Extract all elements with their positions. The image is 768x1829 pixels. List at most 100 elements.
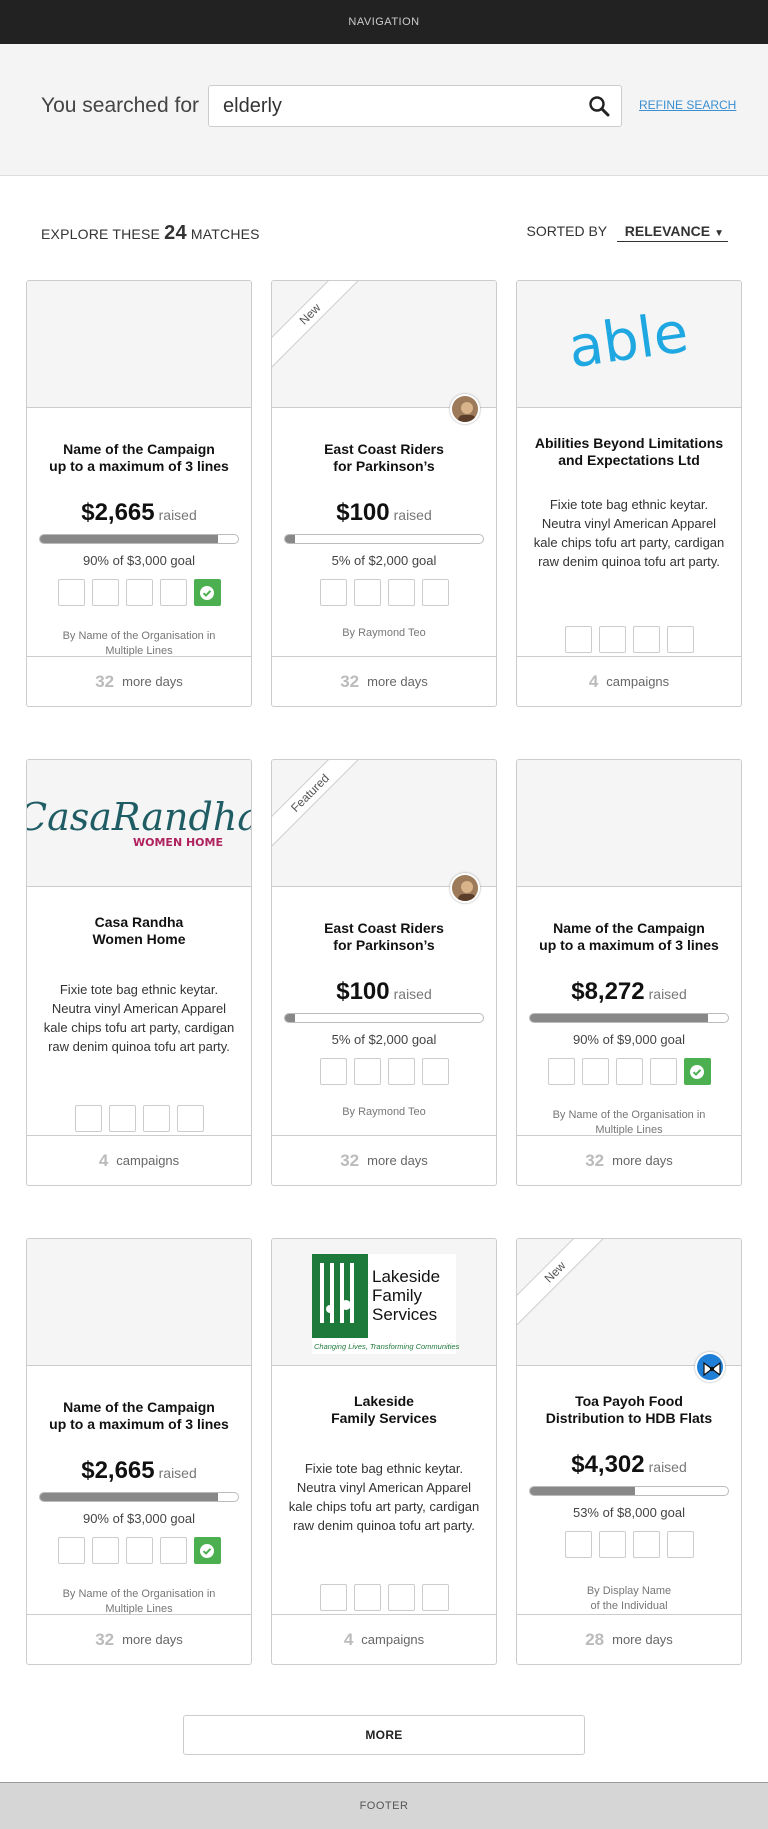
organisation-card[interactable]: CasaRandha WOMEN HOME Casa Randha Women H… (26, 759, 252, 1186)
search-input[interactable] (223, 86, 563, 126)
raised-label: raised (648, 986, 687, 1002)
search-icon[interactable] (587, 94, 611, 118)
organiser-text: By Name of the Organisation in Multiple L… (62, 630, 216, 657)
progress-fill (530, 1014, 709, 1022)
organiser-text: By Name of the Organisation in Multiple L… (552, 1109, 706, 1136)
campaign-card[interactable]: New Toa Payoh Food Distribution to HDB Fl… (516, 1238, 742, 1665)
badge-slot (319, 1058, 347, 1085)
sort-control: SORTED BY RELEVANCE ▼ (526, 223, 728, 242)
top-navigation[interactable]: NAVIGATION (0, 0, 768, 44)
campaign-card[interactable]: Featured East Coast Riders for Parkinson’… (271, 759, 497, 1186)
card-title: Name of the Campaign up to a maximum of 3… (49, 441, 229, 474)
goal-text: 90% of $3,000 goal (82, 553, 196, 568)
badge-row (517, 626, 741, 653)
card-image: New (517, 1239, 741, 1366)
card-description: Fixie tote bag ethnic keytar. Neutra vin… (288, 1461, 480, 1533)
sort-label: SORTED BY (526, 223, 607, 239)
badge-row (272, 579, 496, 606)
card-title: Name of the Campaign up to a maximum of 3… (539, 920, 719, 953)
badge-slot (598, 1531, 626, 1558)
card-image: New (272, 281, 496, 408)
results-count: 24 (164, 222, 187, 244)
badge-slot (666, 1531, 694, 1558)
badge-slot (564, 1531, 592, 1558)
raised-row: $100 raised (272, 978, 496, 1006)
footer: FOOTER (0, 1782, 768, 1829)
search-band: You searched for REFINE SEARCH (0, 44, 768, 176)
able-logo: able (564, 300, 692, 381)
results-prefix: EXPLORE THESE (41, 226, 161, 242)
svg-text:Services: Services (372, 1305, 437, 1324)
badge-row (27, 1537, 251, 1564)
raised-label: raised (158, 1465, 197, 1481)
badge-slot (108, 1105, 136, 1132)
new-ribbon: New (272, 281, 368, 372)
badge-slot (74, 1105, 102, 1132)
goal-text: 5% of $2,000 goal (331, 1032, 437, 1047)
badge-slot (176, 1105, 204, 1132)
badge-slot (159, 1537, 187, 1564)
card-image: Lakeside Family Services Changing Lives,… (272, 1239, 496, 1366)
badge-slot (125, 1537, 153, 1564)
badge-slot (319, 579, 347, 606)
badge-slot (598, 626, 626, 653)
organisation-card[interactable]: able Abilities Beyond Limitations and Exp… (516, 280, 742, 707)
bowtie-avatar-icon (695, 1352, 725, 1382)
avatar (450, 394, 480, 424)
badge-slot (421, 1584, 449, 1611)
badge-slot (547, 1058, 575, 1085)
campaign-card[interactable]: New East Coast Riders for Parkinson’s $10… (271, 280, 497, 707)
badge-slot (387, 1584, 415, 1611)
card-footer: 28 more days (517, 1614, 741, 1664)
progress-bar (39, 534, 239, 544)
badge-slot (353, 1584, 381, 1611)
badge-slot (564, 626, 592, 653)
svg-text:WOMEN HOME: WOMEN HOME (133, 836, 223, 849)
refine-search-link[interactable]: REFINE SEARCH (639, 98, 736, 112)
raised-amount: $4,302 (571, 1451, 645, 1478)
badge-slot (649, 1058, 677, 1085)
featured-ribbon: Featured (272, 760, 368, 851)
campaign-card[interactable]: Name of the Campaign up to a maximum of 3… (26, 280, 252, 707)
raised-amount: $2,665 (81, 499, 155, 526)
more-button[interactable]: MORE (183, 1715, 585, 1755)
progress-bar (529, 1486, 729, 1496)
organiser-text: By Raymond Teo (342, 1106, 426, 1118)
card-image: CasaRandha WOMEN HOME (27, 760, 251, 887)
card-title: Lakeside Family Services (331, 1393, 437, 1426)
raised-label: raised (393, 986, 432, 1002)
campaign-card[interactable]: Name of the Campaign up to a maximum of 3… (516, 759, 742, 1186)
badge-slot (319, 1584, 347, 1611)
search-box[interactable] (208, 85, 622, 127)
badge-row (272, 1058, 496, 1085)
raised-row: $2,665 raised (27, 1457, 251, 1485)
badge-slot (57, 579, 85, 606)
card-title: Name of the Campaign up to a maximum of 3… (49, 1399, 229, 1432)
raised-row: $100 raised (272, 499, 496, 527)
organisation-card[interactable]: Lakeside Family Services Changing Lives,… (271, 1238, 497, 1665)
sort-dropdown[interactable]: RELEVANCE ▼ (616, 223, 728, 242)
results-suffix: MATCHES (190, 226, 260, 242)
badge-row (272, 1584, 496, 1611)
raised-row: $8,272 raised (517, 978, 741, 1006)
badge-slot (632, 1531, 660, 1558)
card-footer: 32 more days (272, 656, 496, 706)
raised-amount: $100 (336, 499, 390, 526)
goal-text: 90% of $3,000 goal (82, 1511, 196, 1526)
card-footer: 4 campaigns (272, 1614, 496, 1664)
badge-slot (615, 1058, 643, 1085)
badge-slot (57, 1537, 85, 1564)
badge-slot (421, 579, 449, 606)
progress-fill (285, 1014, 295, 1022)
badge-row (517, 1058, 741, 1085)
badge-row (27, 1105, 251, 1132)
campaign-card[interactable]: Name of the Campaign up to a maximum of 3… (26, 1238, 252, 1665)
progress-bar (529, 1013, 729, 1023)
progress-fill (285, 535, 295, 543)
badge-slot (353, 579, 381, 606)
card-footer: 4 campaigns (27, 1135, 251, 1185)
svg-text:CasaRandha: CasaRandha (27, 795, 251, 839)
card-title: East Coast Riders for Parkinson’s (324, 441, 444, 474)
raised-amount: $8,272 (571, 978, 645, 1005)
badge-slot (421, 1058, 449, 1085)
